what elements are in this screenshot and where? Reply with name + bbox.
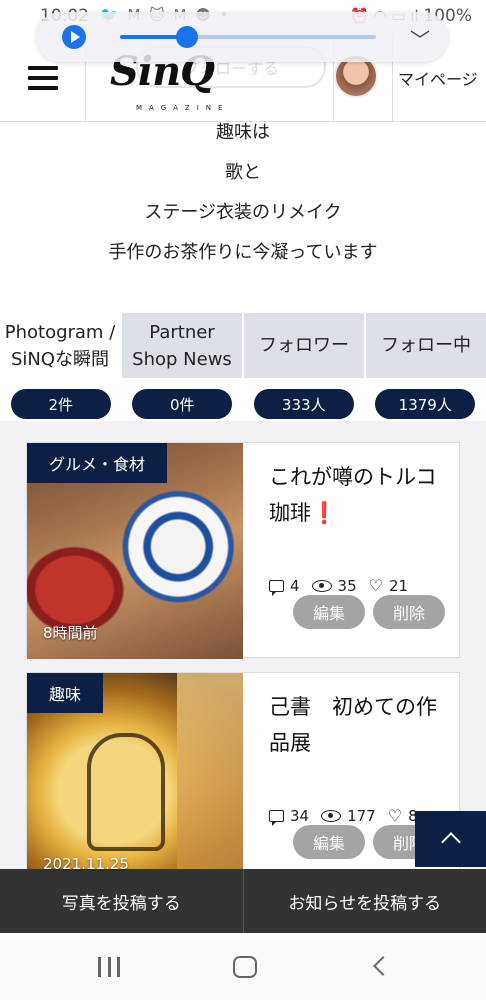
post-title[interactable]: 己書 初めての作品展 — [269, 689, 445, 761]
comment-count: 4 — [290, 577, 300, 595]
eye-icon — [321, 810, 342, 822]
heart-icon: ♡ — [387, 806, 403, 825]
bio-line: 歌と — [225, 162, 261, 183]
like-count: 21 — [388, 577, 409, 595]
comment-icon — [269, 810, 284, 826]
bio-line: 手作のお茶作りに今凝っています — [108, 242, 378, 263]
profile-bio: 趣味は 歌と ステージ衣装のリメイク 手作のお茶作りに今凝っています — [0, 122, 486, 282]
post-time: 2021.11.25 — [43, 855, 129, 873]
tab-label: フォロー中 — [381, 335, 471, 356]
eye-icon — [311, 580, 332, 592]
category-badge: 趣味 — [27, 673, 104, 713]
edit-button[interactable]: 編集 — [293, 595, 365, 629]
comment-icon — [269, 580, 284, 596]
tab-label: フォロワー — [259, 335, 349, 356]
tab-label: SiNQな瞬間 — [10, 348, 110, 370]
home-icon[interactable] — [233, 956, 257, 978]
view-count: 177 — [347, 807, 376, 825]
bio-line: ステージ衣装のリメイク — [144, 202, 342, 223]
bottom-action-bar: 写真を投稿する お知らせを投稿する — [0, 869, 486, 933]
post-stats: 4 35 ♡ 21 — [269, 576, 420, 596]
tab-following[interactable]: フォロー中 — [366, 313, 486, 378]
tab-photogram[interactable]: Photogram / SiNQな瞬間 — [0, 313, 122, 378]
mypage-link[interactable]: マイページ — [398, 66, 478, 90]
post-actions: 編集 削除 — [293, 595, 445, 629]
bio-line: 趣味は — [216, 122, 270, 143]
logo-subtext: MAGAZINE — [136, 104, 230, 112]
tab-counts: 2件 0件 333人 1379人 — [0, 389, 486, 421]
chevron-down-icon[interactable]: ﹀ — [410, 24, 430, 53]
recents-icon[interactable] — [98, 957, 120, 977]
tab-label: Shop News — [132, 348, 232, 370]
post-card[interactable]: 趣味 2021.11.25 己書 初めての作品展 34 177 ♡ 8 編集 削… — [26, 672, 460, 889]
comment-count: 34 — [290, 807, 310, 825]
post-list: グルメ・食材 8時間前 これが噂のトルコ珈琲❗ 4 35 ♡ 21 編集 削除 … — [0, 421, 486, 933]
post-title[interactable]: これが噂のトルコ珈琲❗ — [269, 459, 445, 531]
chevron-up-icon — [440, 832, 461, 852]
following-count: 1379人 — [375, 389, 476, 419]
system-nav-bar — [0, 933, 486, 1000]
post-time: 8時間前 — [43, 624, 98, 642]
profile-tabs: Photogram / SiNQな瞬間 Partner Shop News フォロワ… — [0, 313, 486, 378]
post-card[interactable]: グルメ・食材 8時間前 これが噂のトルコ珈琲❗ 4 35 ♡ 21 編集 削除 — [26, 442, 460, 659]
post-news-button[interactable]: お知らせを投稿する — [244, 869, 486, 933]
tab-followers[interactable]: フォロワー — [244, 313, 366, 378]
seek-bar[interactable] — [120, 26, 376, 48]
edit-button[interactable]: 編集 — [293, 825, 365, 859]
followers-count: 333人 — [253, 389, 354, 419]
tab-label: Partner — [149, 321, 215, 343]
category-badge: グルメ・食材 — [27, 443, 168, 483]
view-count: 35 — [337, 577, 357, 595]
delete-button[interactable]: 削除 — [373, 595, 445, 629]
post-stats: 34 177 ♡ 8 — [269, 806, 430, 826]
tab-partner-shop-news[interactable]: Partner Shop News — [122, 313, 244, 378]
scroll-to-top-button[interactable] — [415, 811, 486, 867]
photogram-count: 2件 — [10, 389, 111, 419]
back-icon[interactable] — [373, 956, 393, 976]
play-icon[interactable] — [62, 25, 86, 49]
shop-news-count: 0件 — [132, 389, 233, 419]
post-photo-button[interactable]: 写真を投稿する — [0, 869, 244, 933]
seek-bar-knob[interactable] — [175, 26, 198, 48]
hamburger-icon — [27, 66, 58, 90]
media-player: ﹀ — [36, 12, 448, 62]
tab-label: Photogram / — [4, 321, 116, 343]
heart-icon: ♡ — [368, 576, 383, 595]
